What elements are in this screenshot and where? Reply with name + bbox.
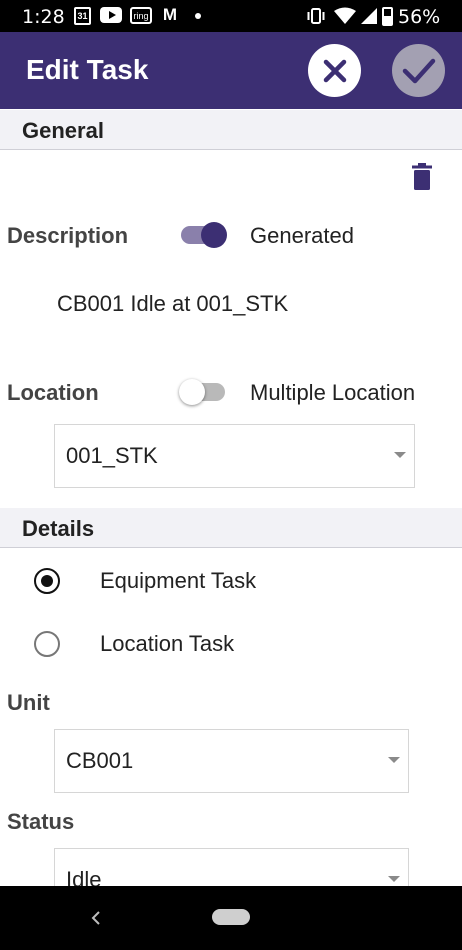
section-general-title: General — [22, 118, 104, 143]
battery-percent: 56% — [398, 6, 441, 28]
status-label: Status — [7, 809, 75, 834]
section-details-title: Details — [22, 516, 95, 541]
wifi-icon — [334, 7, 356, 25]
toggle-thumb — [179, 379, 205, 405]
calendar-icon: 31 — [74, 7, 91, 25]
unit-label: Unit — [7, 690, 50, 715]
gmail-icon: M — [162, 5, 178, 24]
section-general: General — [0, 110, 462, 150]
ring-icon: ring — [130, 7, 152, 24]
description-label: Description — [7, 223, 129, 248]
dot-icon — [195, 13, 201, 19]
close-icon — [323, 59, 346, 82]
cancel-button[interactable] — [308, 44, 361, 97]
unit-dropdown[interactable]: CB001 — [54, 729, 409, 793]
home-pill-icon[interactable] — [212, 909, 250, 925]
app-bar: Edit Task — [0, 32, 462, 109]
unit-dropdown-value: CB001 — [66, 748, 134, 773]
status-time: 1:28 — [22, 6, 65, 28]
chevron-down-icon — [394, 452, 406, 458]
page-title: Edit Task — [26, 54, 149, 85]
youtube-icon — [100, 7, 122, 23]
battery-icon — [382, 7, 393, 26]
confirm-button[interactable] — [392, 44, 445, 97]
vibrate-icon — [307, 7, 325, 25]
status-bar: 1:28 31 ring M 56% — [0, 0, 462, 32]
multiple-location-label: Multiple Location — [250, 380, 416, 405]
trash-icon[interactable] — [410, 163, 434, 191]
location-label: Location — [7, 380, 99, 405]
toggle-thumb — [201, 222, 227, 248]
cellular-icon — [360, 7, 378, 25]
equipment-task-radio[interactable] — [34, 568, 60, 594]
chevron-down-icon — [388, 757, 400, 763]
location-dropdown-value: 001_STK — [66, 443, 158, 468]
back-icon[interactable] — [88, 908, 104, 928]
location-task-radio[interactable] — [34, 631, 60, 657]
generated-toggle[interactable] — [179, 220, 229, 250]
chevron-down-icon — [388, 876, 400, 882]
multiple-location-toggle[interactable] — [179, 377, 229, 407]
location-dropdown[interactable]: 001_STK — [54, 424, 415, 488]
location-task-label[interactable]: Location Task — [100, 631, 234, 657]
check-icon — [402, 58, 435, 83]
equipment-task-label[interactable]: Equipment Task — [100, 568, 256, 594]
system-nav-bar — [0, 886, 462, 950]
generated-label: Generated — [250, 223, 354, 248]
section-details: Details — [0, 508, 462, 548]
description-value: CB001 Idle at 001_STK — [57, 291, 289, 316]
